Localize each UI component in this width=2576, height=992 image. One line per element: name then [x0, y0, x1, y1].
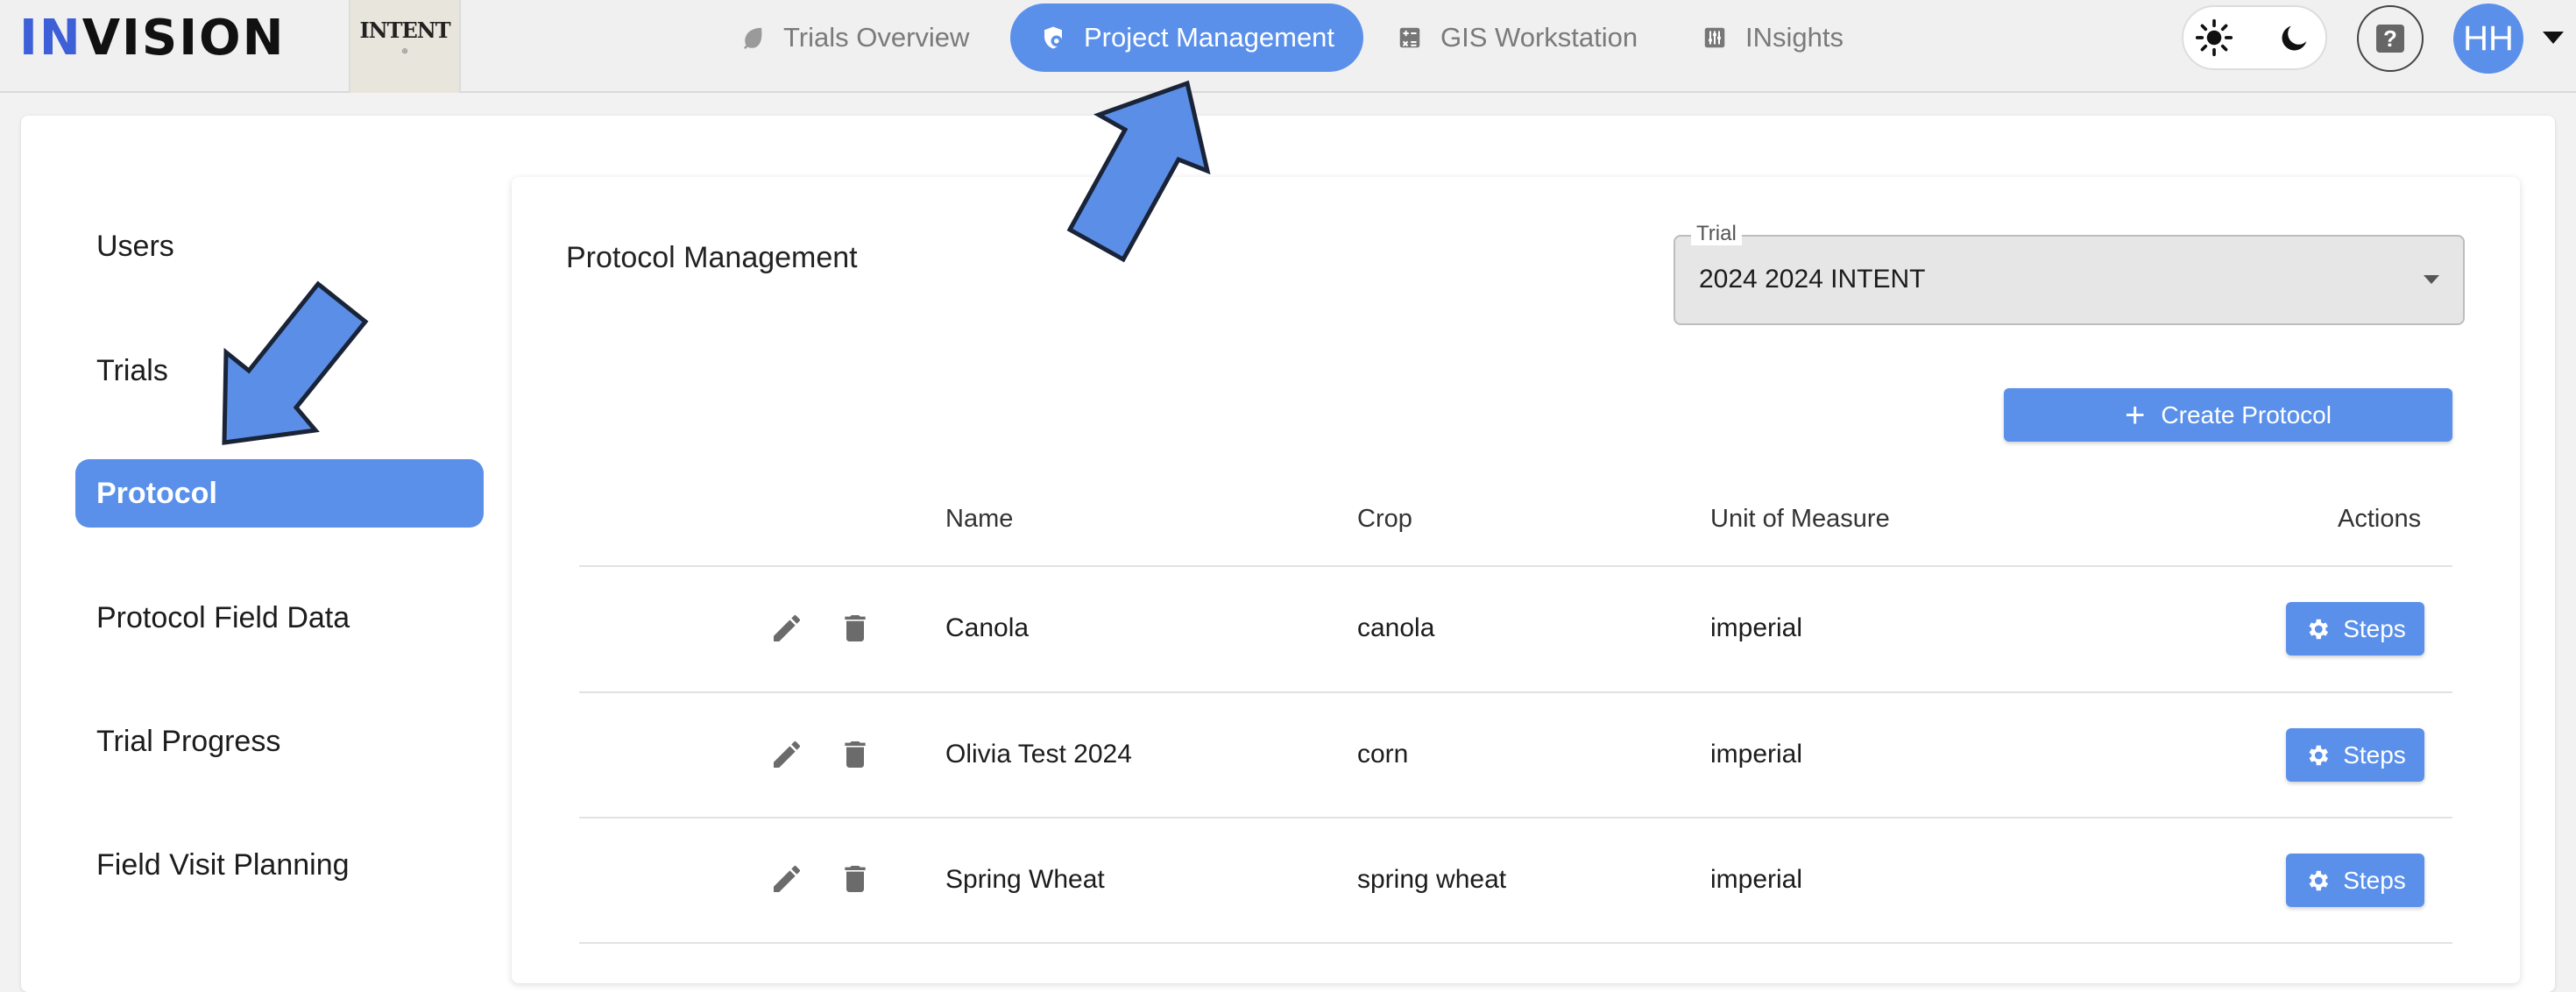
moon-icon[interactable] — [2271, 14, 2318, 61]
sidebar-item-protocol[interactable]: Protocol — [75, 459, 484, 528]
sidebar-item-trial-progress[interactable]: Trial Progress — [75, 707, 484, 776]
cell-name: Spring Wheat — [945, 865, 1105, 894]
gear-icon — [2304, 616, 2331, 642]
gear-icon — [2304, 742, 2331, 769]
client-logo: INTENT ⊕ — [349, 0, 461, 93]
cell-crop: spring wheat — [1357, 865, 1507, 894]
sidebar-item-protocol-field-data[interactable]: Protocol Field Data — [75, 584, 484, 652]
user-avatar[interactable]: HH — [2453, 4, 2523, 74]
cell-unit: imperial — [1710, 865, 1803, 894]
calculator-icon — [1395, 23, 1425, 53]
cell-crop: corn — [1357, 740, 1409, 769]
theme-toggle[interactable] — [2182, 5, 2327, 70]
plus-icon: + — [2125, 395, 2146, 435]
gear-icon — [2304, 868, 2331, 894]
sidebar-item-trials[interactable]: Trials — [75, 337, 484, 405]
nav-trials-overview[interactable]: Trials Overview — [710, 4, 997, 72]
create-protocol-button[interactable]: + Create Protocol — [2004, 388, 2452, 442]
edit-icon[interactable] — [769, 611, 804, 646]
client-logo-mark: ⊕ — [401, 46, 408, 55]
column-header-crop: Crop — [1357, 505, 1412, 533]
steps-button[interactable]: Steps — [2286, 602, 2424, 655]
cell-name: Olivia Test 2024 — [945, 740, 1132, 769]
table-divider — [579, 691, 2452, 693]
table-divider — [579, 565, 2452, 567]
edit-icon[interactable] — [769, 737, 804, 772]
nav-gis-workstation[interactable]: GIS Workstation — [1367, 4, 1666, 72]
column-header-unit: Unit of Measure — [1710, 505, 1890, 533]
shield-gear-icon — [1038, 23, 1068, 53]
delete-icon[interactable] — [838, 737, 873, 772]
edit-icon[interactable] — [769, 861, 804, 896]
table-divider — [579, 942, 2452, 944]
page-title: Protocol Management — [566, 241, 858, 274]
sun-icon[interactable] — [2190, 14, 2238, 61]
sliders-icon — [1700, 23, 1730, 53]
caret-down-icon[interactable] — [2422, 273, 2441, 290]
cell-name: Canola — [945, 613, 1030, 642]
delete-icon[interactable] — [838, 861, 873, 896]
steps-button[interactable]: Steps — [2286, 728, 2424, 782]
help-button[interactable]: ? — [2357, 5, 2424, 72]
trial-select-label: Trial — [1691, 223, 1742, 245]
column-header-name: Name — [945, 505, 1014, 533]
nav-insights[interactable]: INsights — [1672, 4, 1872, 72]
table-divider — [579, 817, 2452, 818]
question-icon: ? — [2376, 25, 2404, 53]
invision-logo[interactable]: INVISION — [19, 12, 286, 65]
sidebar-item-users[interactable]: Users — [75, 212, 484, 280]
sidebar-item-field-visit-planning[interactable]: Field Visit Planning — [75, 831, 484, 899]
nav-project-management[interactable]: Project Management — [1010, 4, 1363, 72]
cell-unit: imperial — [1710, 613, 1803, 642]
column-header-actions: Actions — [2338, 505, 2422, 533]
client-logo-text: INTENT — [359, 18, 450, 43]
cell-unit: imperial — [1710, 740, 1803, 769]
leaf-icon — [738, 23, 768, 53]
cell-crop: canola — [1357, 613, 1435, 642]
caret-down-icon[interactable] — [2541, 30, 2565, 50]
trial-select-value: 2024 2024 INTENT — [1699, 265, 1926, 294]
top-navbar: INVISION INTENT ⊕ Trials Overview Projec… — [0, 0, 2576, 93]
steps-button[interactable]: Steps — [2286, 854, 2424, 907]
delete-icon[interactable] — [838, 611, 873, 646]
